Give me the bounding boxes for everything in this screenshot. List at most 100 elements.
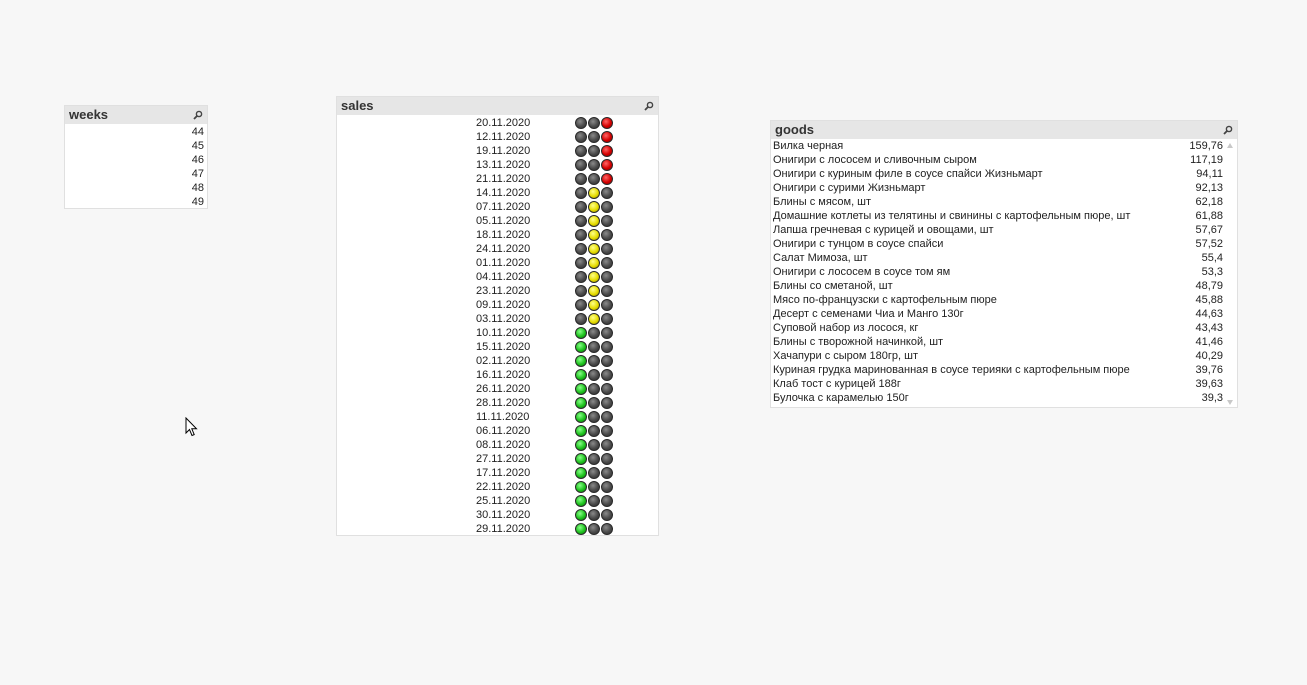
light-off-icon — [588, 117, 600, 129]
light-off-icon — [601, 201, 613, 213]
sales-row[interactable]: 11.11.2020 — [337, 410, 658, 424]
sales-row[interactable]: 30.11.2020 — [337, 508, 658, 522]
light-off-icon — [575, 117, 587, 129]
light-off-icon — [588, 453, 600, 465]
scroll-up-arrow-icon[interactable] — [1227, 143, 1233, 148]
goods-row[interactable]: Онигири с лососем в соусе том ям 53,3 — [771, 265, 1237, 279]
sales-listbox[interactable]: sales 20.11.2020 12.11.2020 19.11.2020 13.1… — [336, 96, 659, 536]
goods-row[interactable]: Блины с мясом, шт 62,18 — [771, 195, 1237, 209]
sales-row[interactable]: 04.11.2020 — [337, 270, 658, 284]
weeks-title: weeks — [69, 107, 109, 122]
sales-row[interactable]: 23.11.2020 — [337, 284, 658, 298]
sales-date: 01.11.2020 — [476, 257, 531, 269]
goods-name: Онигири с тунцом в соусе спайси — [773, 238, 944, 250]
traffic-light-icon — [575, 425, 613, 437]
sales-row[interactable]: 28.11.2020 — [337, 396, 658, 410]
light-green-icon — [575, 495, 587, 507]
sales-row[interactable]: 15.11.2020 — [337, 340, 658, 354]
traffic-light-icon — [575, 495, 613, 507]
goods-row[interactable]: Мясо по-французски с картофельным пюре 45… — [771, 293, 1237, 307]
sales-row[interactable]: 20.11.2020 — [337, 116, 658, 130]
traffic-light-icon — [575, 397, 613, 409]
sales-row[interactable]: 21.11.2020 — [337, 172, 658, 186]
goods-title-bar[interactable]: goods — [771, 121, 1237, 139]
search-icon[interactable] — [1223, 125, 1233, 135]
sales-row[interactable]: 19.11.2020 — [337, 144, 658, 158]
sales-row[interactable]: 06.11.2020 — [337, 424, 658, 438]
goods-name: Лапша гречневая с курицей и овощами, шт — [773, 224, 994, 236]
light-green-icon — [575, 509, 587, 521]
sales-title-bar[interactable]: sales — [337, 97, 658, 115]
sales-date: 14.11.2020 — [476, 187, 531, 199]
goods-row[interactable]: Куриная грудка маринованная в соусе тери… — [771, 363, 1237, 377]
light-off-icon — [601, 439, 613, 451]
week-item[interactable]: 46 — [65, 153, 207, 167]
goods-listbox[interactable]: goods Вилка черная 159,76 Онигири с лососе… — [770, 120, 1238, 408]
sales-row[interactable]: 25.11.2020 — [337, 494, 658, 508]
goods-name: Онигири с лососем и сливочным сыром — [773, 154, 977, 166]
sales-row[interactable]: 14.11.2020 — [337, 186, 658, 200]
traffic-light-icon — [575, 257, 613, 269]
sales-row[interactable]: 01.11.2020 — [337, 256, 658, 270]
goods-row[interactable]: Лапша гречневая с курицей и овощами, шт 5… — [771, 223, 1237, 237]
goods-value: 44,63 — [1195, 308, 1223, 320]
weeks-listbox[interactable]: weeks 44 45 46 47 48 49 — [64, 105, 208, 209]
sales-row[interactable]: 02.11.2020 — [337, 354, 658, 368]
goods-row[interactable]: Блины с творожной начинкой, шт 41,46 — [771, 335, 1237, 349]
week-item[interactable]: 47 — [65, 167, 207, 181]
goods-row[interactable]: Онигири с тунцом в соусе спайси 57,52 — [771, 237, 1237, 251]
search-icon[interactable] — [644, 101, 654, 111]
traffic-light-icon — [575, 243, 613, 255]
sales-date: 29.11.2020 — [476, 523, 531, 535]
goods-value: 92,13 — [1195, 182, 1223, 194]
scroll-down-arrow-icon[interactable] — [1227, 400, 1233, 405]
light-off-icon — [575, 271, 587, 283]
week-item[interactable]: 49 — [65, 195, 207, 209]
sales-row[interactable]: 12.11.2020 — [337, 130, 658, 144]
goods-name: Онигири с лососем в соусе том ям — [773, 266, 951, 278]
sales-row[interactable]: 26.11.2020 — [337, 382, 658, 396]
light-green-icon — [575, 439, 587, 451]
goods-row[interactable]: Онигири с сурими Жизньмарт 92,13 — [771, 181, 1237, 195]
sales-row[interactable]: 08.11.2020 — [337, 438, 658, 452]
traffic-light-icon — [575, 145, 613, 157]
goods-value: 48,79 — [1195, 280, 1223, 292]
sales-row[interactable]: 17.11.2020 — [337, 466, 658, 480]
sales-row[interactable]: 10.11.2020 — [337, 326, 658, 340]
goods-row[interactable]: Вилка черная 159,76 — [771, 139, 1237, 153]
sales-row[interactable]: 05.11.2020 — [337, 214, 658, 228]
light-off-icon — [575, 285, 587, 297]
goods-row[interactable]: Онигири с куриным филе в соусе спайси Жи… — [771, 167, 1237, 181]
goods-row[interactable]: Домашние котлеты из телятины и свинины с… — [771, 209, 1237, 223]
goods-row[interactable]: Хачапури с сыром 180гр, шт 40,29 — [771, 349, 1237, 363]
light-off-icon — [601, 397, 613, 409]
sales-row[interactable]: 22.11.2020 — [337, 480, 658, 494]
goods-row[interactable]: Десерт с семенами Чиа и Манго 130г 44,63 — [771, 307, 1237, 321]
sales-row[interactable]: 07.11.2020 — [337, 200, 658, 214]
weeks-title-bar[interactable]: weeks — [65, 106, 207, 124]
week-item[interactable]: 45 — [65, 139, 207, 153]
sales-row[interactable]: 09.11.2020 — [337, 298, 658, 312]
sales-row[interactable]: 03.11.2020 — [337, 312, 658, 326]
search-icon[interactable] — [193, 110, 203, 120]
traffic-light-icon — [575, 509, 613, 521]
goods-row[interactable]: Блины со сметаной, шт 48,79 — [771, 279, 1237, 293]
sales-row[interactable]: 13.11.2020 — [337, 158, 658, 172]
sales-row[interactable]: 18.11.2020 — [337, 228, 658, 242]
week-item[interactable]: 44 — [65, 125, 207, 139]
traffic-light-icon — [575, 453, 613, 465]
goods-row[interactable]: Булочка с карамелью 150г 39,3 — [771, 391, 1237, 405]
sales-row[interactable]: 16.11.2020 — [337, 368, 658, 382]
light-green-icon — [575, 523, 587, 535]
sales-row[interactable]: 24.11.2020 — [337, 242, 658, 256]
sales-row[interactable]: 29.11.2020 — [337, 522, 658, 536]
goods-row[interactable]: Клаб тост с курицей 188г 39,63 — [771, 377, 1237, 391]
light-off-icon — [601, 467, 613, 479]
week-item[interactable]: 48 — [65, 181, 207, 195]
goods-row[interactable]: Онигири с лососем и сливочным сыром 117,1… — [771, 153, 1237, 167]
goods-row[interactable]: Суповой набор из лосося, кг 43,43 — [771, 321, 1237, 335]
goods-scrollbar[interactable] — [1225, 141, 1235, 407]
goods-row[interactable]: Салат Мимоза, шт 55,4 — [771, 251, 1237, 265]
sales-row[interactable]: 27.11.2020 — [337, 452, 658, 466]
sales-date: 13.11.2020 — [476, 159, 531, 171]
